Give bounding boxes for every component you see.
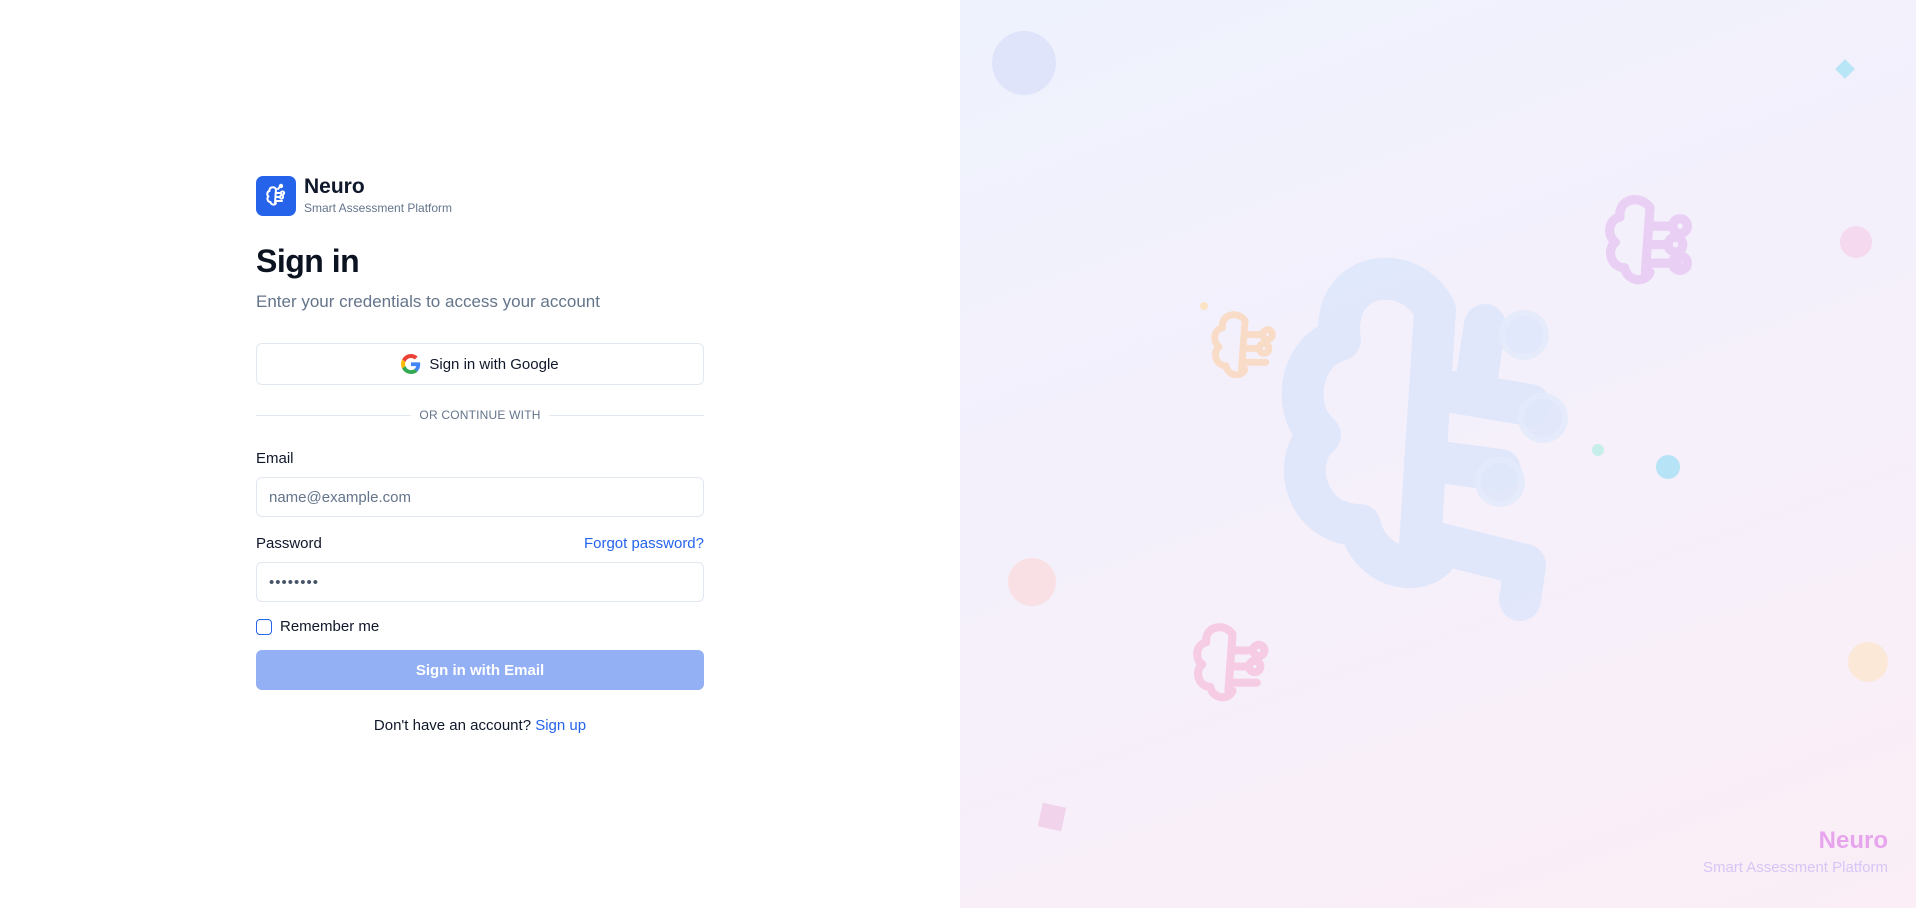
google-icon (401, 354, 421, 374)
brand-tagline: Smart Assessment Platform (304, 201, 453, 215)
deco-square (1037, 802, 1067, 832)
or-divider: OR CONTINUE WITH (256, 408, 705, 422)
hero-panel: Neuro Smart Assessment Platform (960, 0, 1916, 908)
divider-line-right (548, 414, 705, 416)
brain-illustration-rings-icon (1475, 310, 1568, 507)
page-subtitle: Enter your credentials to access your ac… (256, 292, 600, 311)
signup-row: Don't have an account? Sign up (256, 717, 704, 734)
signin-form: Neuro Smart Assessment Platform Sign in … (256, 176, 705, 734)
hero-watermark-name: Neuro (1818, 827, 1888, 854)
hero-watermark: Neuro Smart Assessment Platform (1703, 827, 1888, 876)
brand-header: Neuro Smart Assessment Platform (256, 176, 704, 216)
signin-panel: Neuro Smart Assessment Platform Sign in … (0, 0, 960, 908)
deco-circle (992, 31, 1056, 95)
remember-me-row: Remember me (256, 618, 704, 635)
email-label: Email (256, 450, 294, 467)
divider-text: OR CONTINUE WITH (419, 408, 541, 422)
google-signin-button[interactable]: Sign in with Google (256, 343, 704, 385)
divider-line-left (256, 414, 412, 416)
deco-circle (1656, 455, 1680, 479)
deco-circle (1840, 226, 1872, 258)
brain-small-purple-icon (1605, 195, 1692, 285)
remember-me-checkbox[interactable] (256, 618, 272, 635)
brain-small-pink-icon (1193, 623, 1269, 702)
signup-link[interactable]: Sign up (535, 717, 586, 734)
hero-watermark-tagline: Smart Assessment Platform (1702, 859, 1888, 876)
brain-logo-icon (256, 176, 296, 216)
email-field[interactable] (256, 477, 704, 517)
forgot-password-link[interactable]: Forgot password? (584, 535, 704, 552)
google-signin-label: Sign in with Google (429, 355, 559, 373)
deco-circle (1848, 642, 1888, 682)
brand-name: Neuro (304, 175, 365, 198)
page-title: Sign in (256, 243, 360, 279)
brain-small-orange-icon (1211, 311, 1276, 379)
email-signin-button[interactable]: Sign in with Email (256, 650, 704, 690)
signup-prompt: Don't have an account? (373, 717, 532, 734)
remember-me-label[interactable]: Remember me (280, 618, 379, 635)
password-label: Password (256, 535, 322, 552)
deco-diamond (1835, 59, 1855, 79)
password-field[interactable] (256, 562, 704, 602)
deco-circle (1008, 558, 1056, 606)
